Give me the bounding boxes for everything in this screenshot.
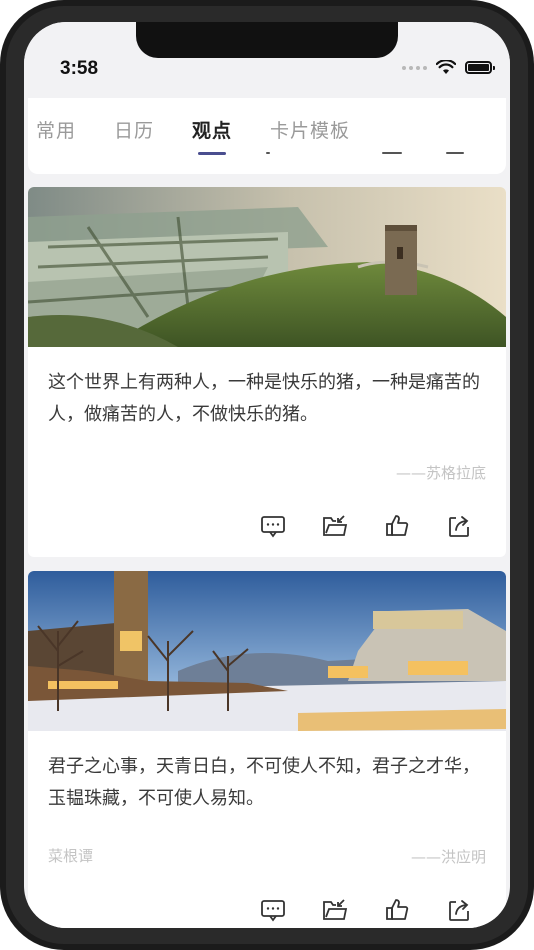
quote-text: 君子之心事，天青日白，不可使人不知，君子之才华，玉韫珠藏，不可使人易知。 — [48, 756, 480, 809]
quote-author: ——洪应明 — [410, 848, 486, 866]
screen: 3:58 常用 日历 观点 卡片模板 这个世界上有两种人，一种是快乐的猪，一种是… — [24, 22, 510, 928]
battery-icon — [465, 61, 495, 74]
scroll-hint — [446, 152, 464, 154]
comment-icon — [261, 516, 285, 538]
signal-icon — [402, 65, 427, 70]
card-image-winter-city — [28, 571, 506, 731]
quote-card[interactable]: 君子之心事，天青日白，不可使人不知，君子之才华，玉韫珠藏，不可使人易知。 菜根谭… — [28, 571, 506, 928]
quote-source: 菜根谭 — [48, 847, 94, 865]
quote-author: ——苏格拉底 — [395, 464, 486, 482]
active-tab-indicator — [198, 152, 227, 155]
card-image-landscape — [28, 187, 506, 347]
tab-bar: 常用 日历 观点 卡片模板 — [28, 98, 506, 174]
share-icon — [449, 516, 469, 537]
scroll-hint — [382, 152, 402, 154]
tab-kapian-muban[interactable]: 卡片模板 — [270, 116, 350, 143]
phone-frame: 3:58 常用 日历 观点 卡片模板 这个世界上有两种人，一种是快乐的猪，一种是… — [0, 0, 534, 950]
folder-icon — [323, 515, 348, 536]
wifi-icon — [436, 60, 456, 74]
like-button[interactable] — [380, 509, 414, 543]
comment-button[interactable] — [256, 893, 290, 927]
like-button[interactable] — [380, 893, 414, 927]
share-button[interactable] — [442, 509, 476, 543]
card-actions — [256, 509, 476, 543]
comment-button[interactable] — [256, 509, 290, 543]
quote-card[interactable]: 这个世界上有两种人，一种是快乐的猪，一种是痛苦的人，做痛苦的人，不做快乐的猪。 … — [28, 187, 506, 557]
notch — [136, 22, 398, 58]
share-button[interactable] — [442, 893, 476, 927]
collect-button[interactable] — [318, 893, 352, 927]
card-actions — [256, 893, 476, 927]
status-time: 3:58 — [60, 58, 99, 79]
comment-icon — [261, 900, 285, 922]
like-icon — [386, 899, 409, 920]
folder-icon — [323, 899, 348, 920]
like-icon — [386, 515, 409, 536]
quote-text: 这个世界上有两种人，一种是快乐的猪，一种是痛苦的人，做痛苦的人，不做快乐的猪。 — [48, 372, 480, 425]
tab-guandian[interactable]: 观点 — [192, 116, 233, 155]
tab-guandian-label: 观点 — [192, 120, 233, 142]
collect-button[interactable] — [318, 509, 352, 543]
scroll-hint — [266, 152, 270, 154]
tab-changyong[interactable]: 常用 — [36, 116, 76, 143]
status-icons — [402, 60, 495, 75]
tab-rili[interactable]: 日历 — [114, 116, 154, 143]
share-icon — [449, 900, 469, 921]
